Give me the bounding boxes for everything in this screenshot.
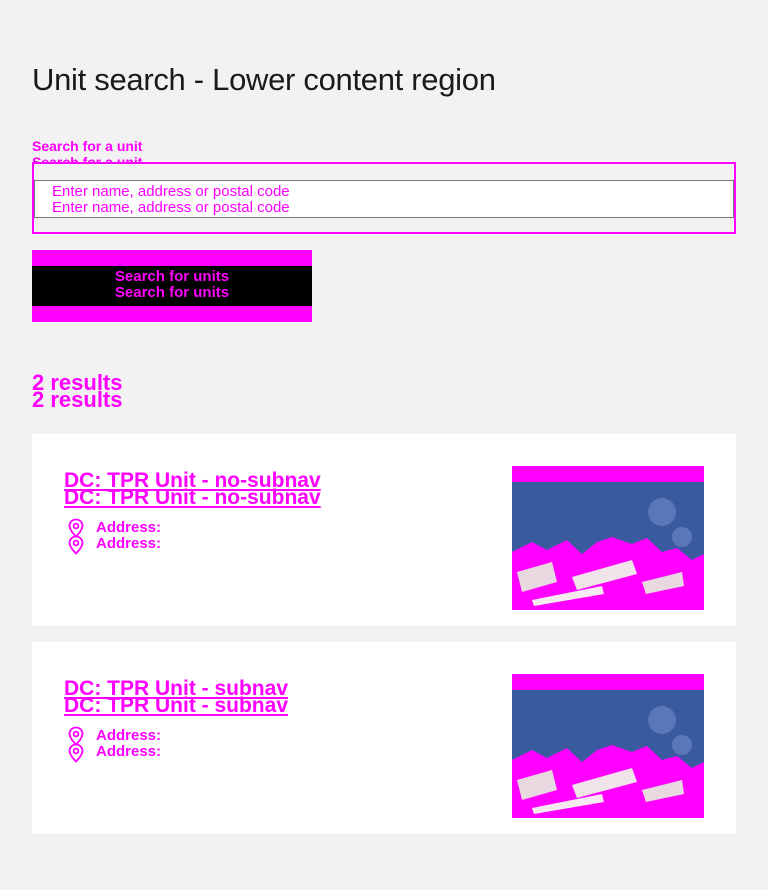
result-card: DC: TPR Unit - no-subnav DC: TPR Unit - … [32, 434, 736, 626]
search-placeholder: Enter name, address or postal code Enter… [52, 183, 290, 216]
address-label: Address: Address: [96, 519, 162, 552]
search-input-box[interactable]: Enter name, address or postal code Enter… [34, 180, 734, 218]
results-count: 2 results 2 results [32, 370, 123, 412]
result-title-link[interactable]: DC: TPR Unit - no-subnav DC: TPR Unit - … [64, 470, 321, 508]
search-button-label: Search for units Search for units [114, 268, 230, 301]
building-photo-icon [512, 482, 704, 610]
result-card: DC: TPR Unit - subnav DC: TPR Unit - sub… [32, 642, 736, 834]
search-input[interactable]: Enter name, address or postal code Enter… [32, 162, 736, 234]
page-title: Unit search - Lower content region [32, 62, 496, 97]
location-pin-icon [68, 743, 84, 763]
result-image [512, 466, 704, 610]
result-image [512, 674, 704, 818]
building-photo-icon [512, 690, 704, 818]
address-label: Address: Address: [96, 727, 162, 760]
location-pin-icon [68, 535, 84, 555]
search-button[interactable]: Search for units Search for units [32, 250, 312, 322]
result-title-link[interactable]: DC: TPR Unit - subnav DC: TPR Unit - sub… [64, 678, 288, 716]
